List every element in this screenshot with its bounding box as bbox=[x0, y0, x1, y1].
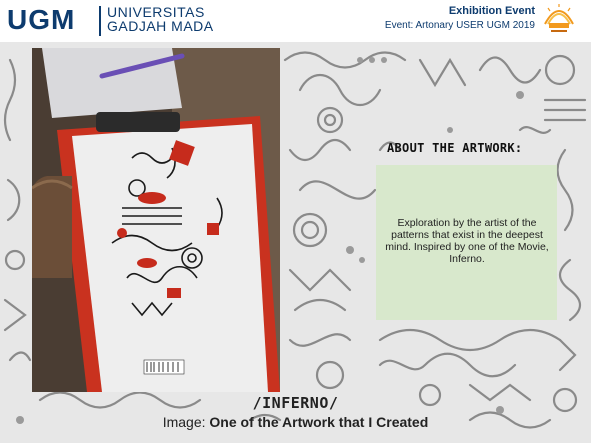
image-caption-text: One of the Artwork that I Created bbox=[209, 414, 429, 430]
university-name-line1: UNIVERSITAS bbox=[107, 4, 205, 20]
header-bar: UGM UNIVERSITAS GADJAH MADA Exhibition E… bbox=[0, 0, 591, 42]
ugm-logo: UGM bbox=[7, 4, 76, 35]
event-title: Exhibition Event bbox=[448, 5, 535, 17]
artwork-photo bbox=[32, 48, 280, 392]
image-caption: Image: One of the Artwork that I Created bbox=[0, 414, 591, 430]
artwork-title: /INFERNO/ bbox=[252, 394, 339, 412]
event-subtitle: Event: Artonary USER UGM 2019 bbox=[384, 20, 535, 31]
image-caption-prefix: Image: bbox=[162, 414, 210, 430]
slide: UGM UNIVERSITAS GADJAH MADA Exhibition E… bbox=[0, 0, 591, 443]
university-name-line2: GADJAH MADA bbox=[107, 18, 214, 34]
about-artwork-heading: ABOUT THE ARTWORK: bbox=[387, 141, 523, 155]
university-name: UNIVERSITAS GADJAH MADA bbox=[107, 5, 214, 33]
logo-divider bbox=[99, 6, 101, 36]
event-logo-icon bbox=[544, 4, 574, 32]
about-artwork-description: Exploration by the artist of the pattern… bbox=[385, 217, 549, 265]
